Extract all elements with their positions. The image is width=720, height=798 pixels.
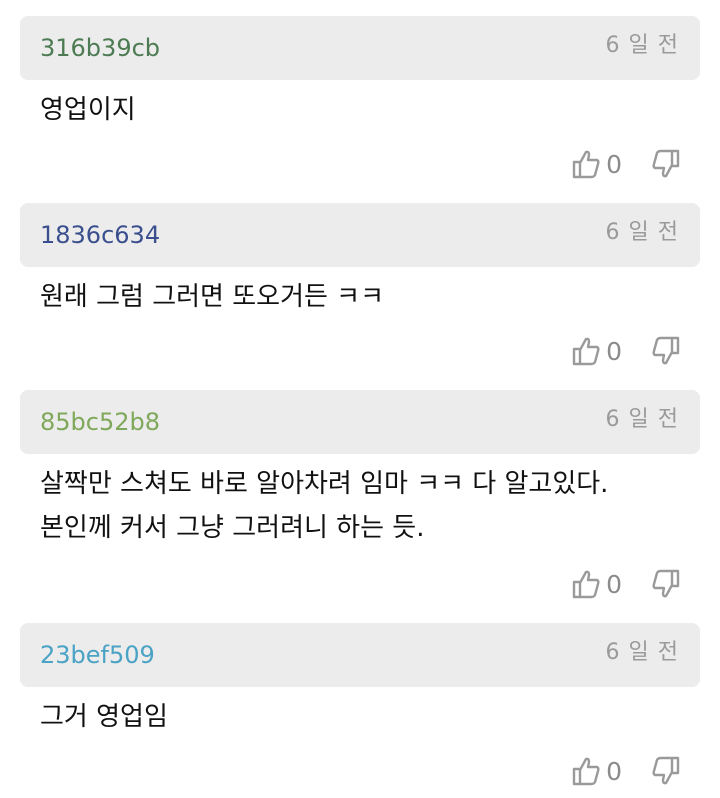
like-button[interactable]: 0 (572, 569, 652, 599)
comment-username[interactable]: 316b39cb (40, 34, 160, 62)
comment-line: 그거 영업임 (40, 702, 168, 732)
comment-header: 23bef509 6 일 전 (20, 623, 700, 687)
comment-username[interactable]: 23bef509 (40, 641, 155, 669)
thumbs-down-icon[interactable] (652, 569, 680, 599)
like-count: 0 (606, 756, 622, 786)
thumbs-up-icon (572, 149, 600, 179)
comment-username[interactable]: 1836c634 (40, 221, 160, 249)
comment-line: 영업이지 (40, 95, 136, 125)
comment-line: 본인께 커서 그냥 그러려니 하는 듯. (40, 513, 425, 543)
thumbs-up-icon (572, 569, 600, 599)
comment-header: 316b39cb 6 일 전 (20, 16, 700, 80)
thumbs-down-icon[interactable] (652, 336, 680, 366)
comment-actions: 0 (572, 333, 680, 369)
comment-timestamp: 6 일 전 (605, 33, 679, 58)
comment-header: 85bc52b8 6 일 전 (20, 390, 700, 454)
like-button[interactable]: 0 (572, 756, 652, 786)
thumbs-down-icon[interactable] (652, 149, 680, 179)
comment-actions: 0 (572, 146, 680, 182)
comment-username[interactable]: 85bc52b8 (40, 408, 160, 436)
thumbs-up-icon (572, 336, 600, 366)
comment-line: 원래 그럼 그러면 또오거든 ㅋㅋ (40, 282, 385, 312)
comment-body: 살짝만 스쳐도 바로 알아차려 임마 ㅋㅋ 다 알고있다. 본인께 커서 그냥 … (40, 462, 608, 550)
like-count: 0 (606, 569, 622, 599)
comment-header: 1836c634 6 일 전 (20, 203, 700, 267)
thumbs-up-icon (572, 756, 600, 786)
comment-body: 그거 영업임 (40, 695, 168, 739)
comment-actions: 0 (572, 566, 680, 602)
like-button[interactable]: 0 (572, 336, 652, 366)
thumbs-down-icon[interactable] (652, 756, 680, 786)
comment-body: 원래 그럼 그러면 또오거든 ㅋㅋ (40, 275, 384, 319)
comment-body: 영업이지 (40, 88, 136, 132)
comment-timestamp: 6 일 전 (605, 640, 679, 665)
like-button[interactable]: 0 (572, 149, 652, 179)
like-count: 0 (606, 149, 622, 179)
comment-actions: 0 (572, 753, 680, 789)
comment-timestamp: 6 일 전 (605, 220, 679, 245)
comment-line: 살짝만 스쳐도 바로 알아차려 임마 ㅋㅋ 다 알고있다. (40, 469, 609, 499)
comment-timestamp: 6 일 전 (605, 407, 679, 432)
like-count: 0 (606, 336, 622, 366)
